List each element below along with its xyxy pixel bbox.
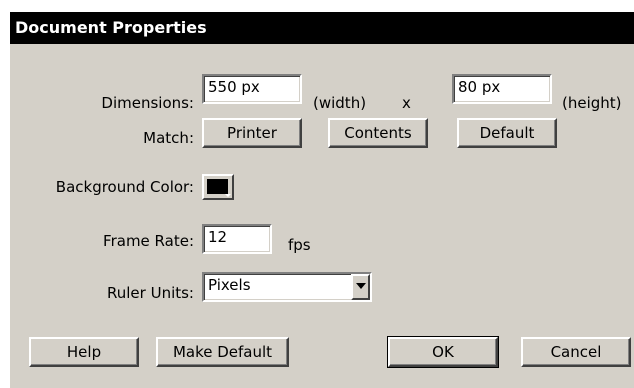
match-label: Match: <box>143 129 194 147</box>
frame-rate-field[interactable]: 12 <box>202 224 272 254</box>
select-dropdown-arrow-icon[interactable] <box>351 274 370 300</box>
ruler-units-select[interactable]: Pixels <box>202 272 372 302</box>
frame-rate-unit: fps <box>288 236 311 254</box>
width-field[interactable]: 550 px <box>202 74 302 104</box>
make-default-button[interactable]: Make Default <box>156 337 289 367</box>
dropdown-arrow-icon <box>225 194 231 197</box>
background-color-swatch <box>207 179 228 194</box>
width-suffix: (width) <box>313 94 367 112</box>
match-printer-button[interactable]: Printer <box>202 118 302 148</box>
height-field[interactable]: 80 px <box>452 74 552 104</box>
help-button[interactable]: Help <box>29 337 139 367</box>
match-contents-button[interactable]: Contents <box>328 118 428 148</box>
ruler-units-selected: Pixels <box>208 276 251 294</box>
background-color-label: Background Color: <box>55 178 194 196</box>
dimensions-label: Dimensions: <box>101 94 194 112</box>
cancel-button[interactable]: Cancel <box>521 337 631 367</box>
ok-button[interactable]: OK <box>387 336 499 368</box>
background-color-picker[interactable] <box>202 174 234 200</box>
height-suffix: (height) <box>562 94 622 112</box>
ruler-units-label: Ruler Units: <box>107 284 194 302</box>
match-default-button[interactable]: Default <box>457 118 557 148</box>
document-properties-dialog: Document Properties Dimensions: 550 px (… <box>10 12 634 388</box>
dialog-title: Document Properties <box>10 12 634 44</box>
frame-rate-label: Frame Rate: <box>103 232 194 250</box>
dimensions-separator: x <box>402 94 411 112</box>
